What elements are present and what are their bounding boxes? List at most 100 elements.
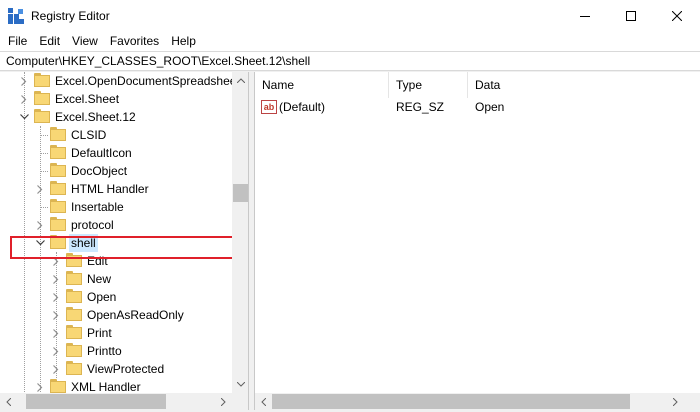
menu-bar: File Edit View Favorites Help: [0, 31, 700, 51]
tree-item[interactable]: Print: [0, 324, 232, 342]
tree-item[interactable]: Open: [0, 288, 232, 306]
tree-item[interactable]: Excel.Sheet.12: [0, 108, 232, 126]
folder-icon: [34, 109, 50, 124]
list-horizontal-scrollbar[interactable]: [255, 393, 700, 410]
menu-file[interactable]: File: [2, 31, 33, 51]
maximize-icon: [626, 10, 636, 21]
chevron-right-icon[interactable]: [50, 345, 62, 357]
scroll-right-icon[interactable]: [667, 393, 684, 410]
tree-connector: [40, 171, 48, 172]
tree-item[interactable]: Insertable: [0, 198, 232, 216]
scroll-left-icon[interactable]: [255, 393, 272, 410]
tree-item[interactable]: protocol: [0, 216, 232, 234]
folder-icon: [66, 325, 82, 340]
tree-item[interactable]: New: [0, 270, 232, 288]
tree-horizontal-scrollbar[interactable]: [0, 393, 248, 410]
tree-item-label: OpenAsReadOnly: [87, 308, 184, 322]
folder-icon: [66, 307, 82, 322]
window-title: Registry Editor: [31, 8, 110, 23]
tree-item-label: Excel.Sheet: [55, 92, 120, 106]
highlight-annotation-box: [10, 236, 234, 259]
tree-item-label: Excel.Sheet.12: [55, 110, 136, 124]
maximize-button[interactable]: [608, 0, 654, 31]
tree-vertical-scrollbar[interactable]: [232, 72, 248, 393]
value-data: Open: [475, 100, 505, 114]
chevron-right-icon[interactable]: [18, 93, 30, 105]
list-hscroll-thumb[interactable]: [272, 394, 630, 409]
scroll-left-icon[interactable]: [0, 393, 17, 410]
close-button[interactable]: [654, 0, 700, 31]
folder-icon: [66, 361, 82, 376]
tree-connector: [40, 135, 48, 136]
minimize-button[interactable]: [562, 0, 608, 31]
scroll-down-icon[interactable]: [232, 376, 248, 393]
tree-item[interactable]: Printto: [0, 342, 232, 360]
folder-icon: [34, 73, 50, 88]
chevron-right-icon[interactable]: [50, 309, 62, 321]
tree-vscroll-thumb[interactable]: [233, 184, 248, 202]
chevron-right-icon[interactable]: [50, 291, 62, 303]
tree-item-label: New: [87, 272, 112, 286]
list-item[interactable]: ab (Default) REG_SZ Open: [255, 98, 700, 116]
tree-item[interactable]: CLSID: [0, 126, 232, 144]
folder-icon: [50, 181, 66, 196]
chevron-right-icon[interactable]: [34, 219, 46, 231]
tree-item-label: Print: [87, 326, 112, 340]
folder-icon: [66, 343, 82, 358]
scroll-right-icon[interactable]: [215, 393, 232, 410]
folder-icon: [34, 91, 50, 106]
chevron-right-icon[interactable]: [34, 183, 46, 195]
tree-item[interactable]: DocObject: [0, 162, 232, 180]
tree-item-label: CLSID: [71, 128, 107, 142]
tree-item-label: Excel.OpenDocumentSpreadsheet: [55, 74, 240, 88]
folder-icon: [50, 217, 66, 232]
value-name: (Default): [279, 100, 326, 114]
key-tree-pane: Excel.OpenDocumentSpreadsheet Excel.Sheet…: [0, 72, 249, 410]
title-bar: Registry Editor: [0, 0, 700, 31]
list-header: Name Type Data: [255, 72, 700, 98]
tree-item-label: ViewProtected: [87, 362, 165, 376]
folder-icon: [50, 199, 66, 214]
column-header-type[interactable]: Type: [389, 72, 468, 98]
string-value-icon: ab: [261, 100, 277, 114]
tree-item[interactable]: OpenAsReadOnly: [0, 306, 232, 324]
chevron-right-icon[interactable]: [18, 75, 30, 87]
tree-item[interactable]: Excel.OpenDocumentSpreadsheet: [0, 72, 240, 90]
chevron-right-icon[interactable]: [50, 327, 62, 339]
tree-hscroll-thumb[interactable]: [26, 394, 166, 409]
tree-item[interactable]: DefaultIcon: [0, 144, 232, 162]
tree-item[interactable]: Excel.Sheet: [0, 90, 232, 108]
tree-connector: [40, 153, 48, 154]
folder-icon: [50, 145, 66, 160]
address-input[interactable]: [2, 52, 692, 70]
tree-item-label: DocObject: [71, 164, 128, 178]
tree-item-label: Open: [87, 290, 117, 304]
column-header-data[interactable]: Data: [468, 72, 700, 98]
folder-icon: [50, 127, 66, 142]
menu-favorites[interactable]: Favorites: [104, 31, 165, 51]
menu-edit[interactable]: Edit: [33, 31, 66, 51]
tree-connector: [40, 207, 48, 208]
column-header-name[interactable]: Name: [255, 72, 389, 98]
tree-item-label: DefaultIcon: [71, 146, 132, 160]
menu-view[interactable]: View: [66, 31, 104, 51]
chevron-right-icon[interactable]: [50, 363, 62, 375]
tree-item-label: protocol: [71, 218, 114, 232]
address-bar: [0, 51, 700, 71]
tree-item-label: Insertable: [71, 200, 124, 214]
menu-help[interactable]: Help: [165, 31, 202, 51]
chevron-right-icon[interactable]: [50, 273, 62, 285]
scroll-up-icon[interactable]: [232, 72, 248, 89]
minimize-icon: [580, 15, 590, 17]
value-type: REG_SZ: [396, 100, 445, 114]
tree-item-label: HTML Handler: [71, 182, 149, 196]
values-list-pane: Name Type Data ab (Default) REG_SZ Open: [254, 72, 700, 410]
chevron-down-icon[interactable]: [18, 111, 30, 123]
tree-item[interactable]: HTML Handler: [0, 180, 232, 198]
tree-item-label: Printto: [87, 344, 122, 358]
registry-editor-icon: [8, 7, 24, 24]
chevron-right-icon[interactable]: [34, 381, 46, 393]
folder-icon: [50, 163, 66, 178]
tree-item[interactable]: ViewProtected: [0, 360, 232, 378]
close-icon: [672, 10, 682, 21]
